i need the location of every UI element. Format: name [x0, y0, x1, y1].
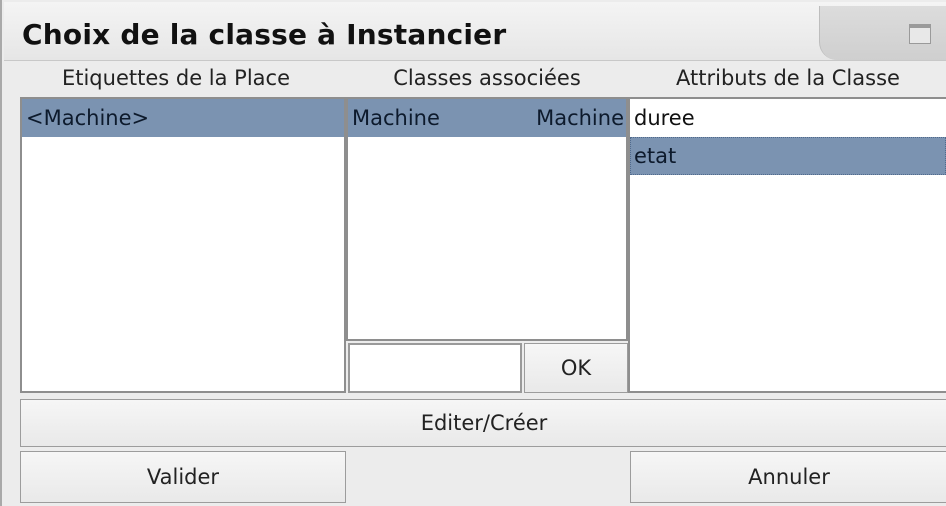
list-item-label: duree [634, 106, 695, 130]
attributs-header: Attributs de la Classe [676, 66, 900, 90]
cancel-button[interactable]: Annuler [630, 451, 946, 503]
list-item-label: <Machine> [26, 106, 150, 130]
window-title: Choix de la classe à Instancier [22, 18, 507, 51]
edit-create-button[interactable]: Editer/Créer [20, 399, 946, 447]
list-item[interactable]: <Machine> [22, 99, 344, 137]
class-name: Machine [352, 106, 440, 130]
attributs-list[interactable]: duree etat [628, 97, 946, 393]
ok-button[interactable]: OK [524, 343, 628, 393]
classes-list[interactable]: Machine Machine [346, 97, 628, 341]
dialog-window: Choix de la classe à Instancier Etiquett… [0, 0, 946, 506]
title-bar[interactable]: Choix de la classe à Instancier [4, 2, 946, 61]
list-item[interactable]: duree [630, 99, 946, 137]
list-item[interactable]: Machine Machine [348, 99, 626, 137]
list-item-label: etat [634, 144, 677, 168]
class-name-input[interactable] [348, 343, 522, 393]
list-item[interactable]: etat [630, 137, 946, 175]
validate-button[interactable]: Valider [20, 451, 346, 503]
etiquettes-list[interactable]: <Machine> [20, 97, 346, 393]
etiquettes-header: Etiquettes de la Place [61, 66, 291, 90]
classes-header: Classes associées [393, 66, 581, 90]
maximize-icon[interactable] [909, 24, 931, 44]
class-type: Machine [536, 106, 624, 130]
